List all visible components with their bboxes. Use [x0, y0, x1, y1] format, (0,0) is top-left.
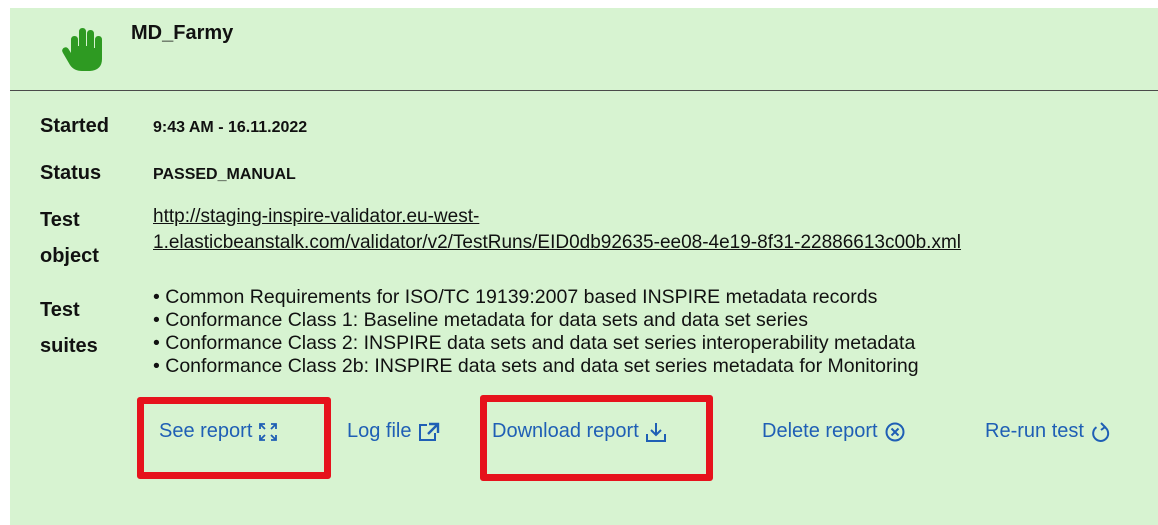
external-link-icon [418, 422, 439, 441]
test-object-link[interactable]: http://staging-inspire-validator.eu-west… [153, 204, 961, 256]
started-label: Started [40, 115, 109, 137]
close-circle-icon [885, 422, 905, 441]
started-value: 9:43 AM - 16.11.2022 [153, 119, 308, 136]
test-suite-item: • Conformance Class 1: Baseline metadata… [153, 309, 809, 331]
test-suites-label-line1: Test [40, 299, 80, 321]
test-object-label-line1: Test [40, 209, 80, 231]
delete-report-label: Delete report [762, 420, 878, 442]
test-object-link-line1[interactable]: http://staging-inspire-validator.eu-west… [153, 204, 961, 230]
rerun-test-button[interactable]: Re-run test [985, 420, 1112, 443]
test-object-link-line2[interactable]: 1.elasticbeanstalk.com/validator/v2/Test… [153, 230, 961, 256]
status-value: PASSED_MANUAL [153, 166, 296, 183]
highlight-box-download-report [480, 395, 713, 481]
page-title: MD_Farmy [131, 22, 234, 44]
test-suites-list: • Common Requirements for ISO/TC 19139:2… [153, 286, 919, 378]
refresh-icon [1092, 421, 1110, 442]
test-run-panel: MD_Farmy Started 9:43 AM - 16.11.2022 St… [10, 8, 1158, 525]
test-suite-item: • Common Requirements for ISO/TC 19139:2… [153, 286, 878, 308]
log-file-link[interactable]: Log file [347, 420, 440, 443]
test-suites-label-line2: suites [40, 335, 98, 357]
delete-report-button[interactable]: Delete report [762, 420, 906, 443]
log-file-label: Log file [347, 420, 412, 442]
status-label: Status [40, 162, 102, 184]
rerun-test-label: Re-run test [985, 420, 1084, 442]
test-suite-item: • Conformance Class 2: INSPIRE data sets… [153, 332, 916, 354]
test-object-label-line2: object [40, 245, 99, 267]
hand-icon [62, 28, 102, 71]
test-suite-item: • Conformance Class 2b: INSPIRE data set… [153, 355, 919, 377]
highlight-box-see-report [137, 397, 331, 479]
test-run-header: MD_Farmy [10, 8, 1158, 91]
